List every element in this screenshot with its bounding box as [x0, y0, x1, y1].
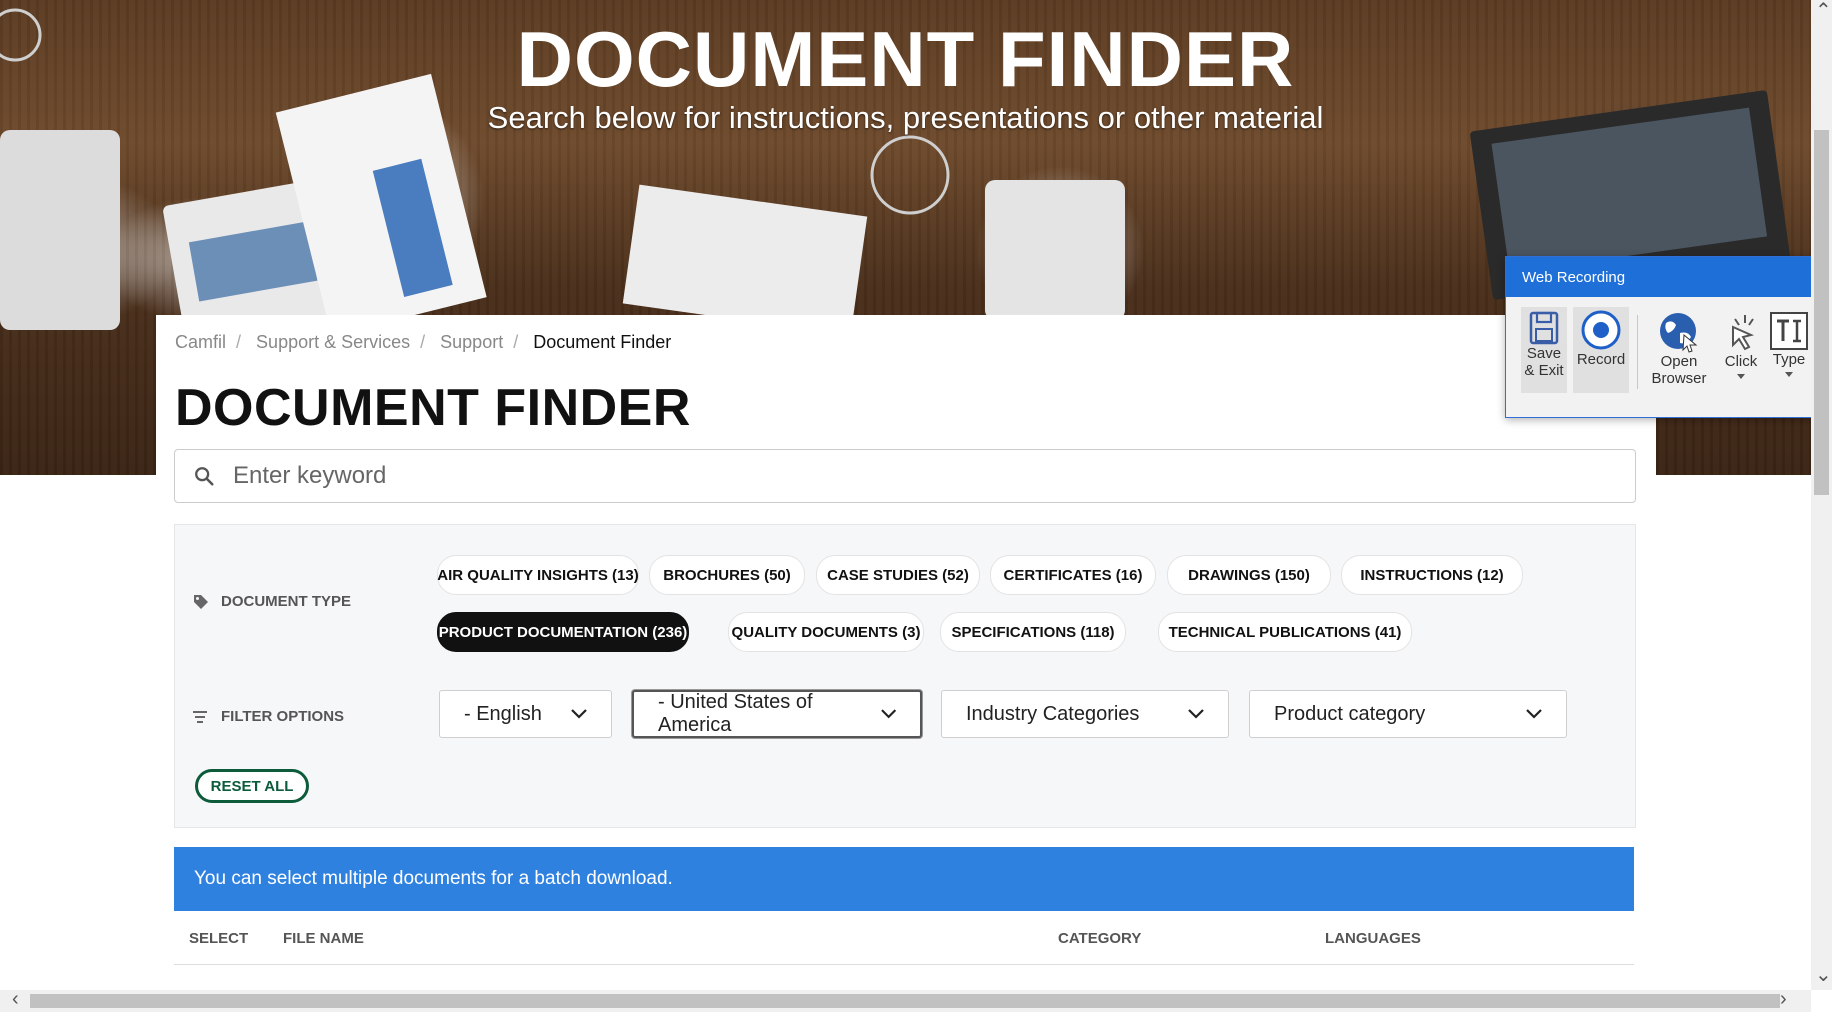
document-type-label: DOCUMENT TYPE [221, 593, 352, 610]
column-header-select[interactable]: SELECT [189, 930, 248, 947]
filter-icon [193, 710, 207, 723]
scroll-up-icon[interactable]: ⌃ [1815, 0, 1832, 23]
country-select[interactable]: - United States of America [632, 690, 922, 738]
chip-air-quality-insights[interactable]: AIR QUALITY INSIGHTS (13) [437, 555, 639, 595]
dropdown-caret-icon [1785, 372, 1793, 377]
document-type-label-row: DOCUMENT TYPE [193, 593, 351, 610]
record-button[interactable]: Record [1573, 307, 1629, 393]
open-browser-button[interactable]: Open Browser [1646, 307, 1712, 393]
scroll-down-icon[interactable]: ⌄ [1815, 962, 1832, 987]
search-box [174, 449, 1636, 503]
record-icon [1581, 310, 1621, 350]
chip-technical-publications[interactable]: TECHNICAL PUBLICATIONS (41) [1158, 612, 1412, 652]
open-browser-label-line1: Open [1660, 353, 1698, 370]
industry-categories-select[interactable]: Industry Categories [941, 690, 1229, 738]
vertical-scrollbar[interactable]: ⌃ ⌄ [1811, 0, 1832, 990]
breadcrumb-link-camfil[interactable]: Camfil [175, 332, 226, 352]
tag-icon [194, 594, 208, 609]
hero-subtitle: Search below for instructions, presentat… [487, 100, 1324, 135]
record-label: Record [1576, 351, 1626, 368]
breadcrumb-separator: / [513, 332, 519, 352]
chip-product-documentation[interactable]: PRODUCT DOCUMENTATION (236) [437, 612, 689, 652]
batch-download-info-bar: You can select multiple documents for a … [174, 847, 1634, 911]
hero-title: DOCUMENT FINDER [516, 15, 1295, 103]
filter-options-label: FILTER OPTIONS [221, 708, 345, 725]
save-exit-label-line2: & Exit [1524, 362, 1564, 379]
breadcrumb-link-support-services[interactable]: Support & Services [256, 332, 410, 352]
chip-certificates[interactable]: CERTIFICATES (16) [990, 555, 1156, 595]
globe-icon [1660, 313, 1698, 353]
horizontal-scrollbar[interactable]: ‹ › [0, 988, 1811, 1012]
industry-categories-select-value: Industry Categories [966, 702, 1140, 725]
chevron-down-icon [880, 709, 896, 719]
product-category-select[interactable]: Product category [1249, 690, 1567, 738]
chevron-down-icon [1526, 709, 1542, 719]
page-title: DOCUMENT FINDER [175, 379, 691, 437]
filter-panel: DOCUMENT TYPE AIR QUALITY INSIGHTS (13) … [174, 524, 1636, 828]
chevron-down-icon [571, 709, 587, 719]
scroll-left-icon[interactable]: ‹ [12, 988, 19, 1011]
chip-instructions[interactable]: INSTRUCTIONS (12) [1341, 555, 1523, 595]
search-input[interactable] [231, 461, 1615, 491]
reset-all-button[interactable]: RESET ALL [195, 769, 309, 803]
chip-brochures[interactable]: BROCHURES (50) [649, 555, 805, 595]
breadcrumb: Camfil / Support & Services / Support / Doc… [175, 332, 681, 353]
type-label: Type [1772, 351, 1806, 368]
chip-quality-documents[interactable]: QUALITY DOCUMENTS (3) [728, 612, 924, 652]
open-browser-label-line2: Browser [1651, 370, 1707, 387]
country-select-value: - United States of America [658, 691, 813, 736]
save-exit-label-line1: Save [1526, 345, 1562, 362]
toolbar-divider [1637, 315, 1638, 389]
breadcrumb-link-support[interactable]: Support [440, 332, 503, 352]
filter-options-label-row: FILTER OPTIONS [193, 708, 344, 725]
column-header-file-name[interactable]: FILE NAME [283, 930, 364, 947]
column-header-languages[interactable]: LANGUAGES [1325, 930, 1421, 947]
breadcrumb-current: Document Finder [533, 332, 672, 352]
type-text-icon [1770, 312, 1808, 350]
horizontal-scroll-thumb[interactable] [30, 994, 1780, 1008]
dropdown-caret-icon [1737, 374, 1745, 379]
column-header-category[interactable]: CATEGORY [1058, 930, 1141, 947]
breadcrumb-separator: / [236, 332, 242, 352]
save-icon [1529, 311, 1559, 345]
chevron-down-icon [1188, 709, 1204, 719]
web-recording-title: Web Recording [1506, 257, 1832, 297]
click-button[interactable]: Click [1718, 307, 1764, 393]
language-select[interactable]: - English [439, 690, 612, 738]
breadcrumb-separator: / [420, 332, 426, 352]
search-icon [195, 467, 214, 486]
chip-drawings[interactable]: DRAWINGS (150) [1167, 555, 1331, 595]
vertical-scroll-thumb[interactable] [1814, 130, 1829, 495]
click-cursor-icon [1732, 315, 1755, 351]
product-category-select-value: Product category [1274, 702, 1426, 725]
scroll-right-icon[interactable]: › [1780, 988, 1787, 1011]
table-header: SELECT FILE NAME CATEGORY LANGUAGES [174, 912, 1634, 965]
type-button[interactable]: Type [1766, 307, 1812, 393]
save-exit-button[interactable]: Save & Exit [1521, 307, 1567, 393]
web-recording-panel: Web Recording Save & Exit Record Open Br… [1505, 256, 1832, 418]
chip-specifications[interactable]: SPECIFICATIONS (118) [940, 612, 1126, 652]
click-label: Click [1724, 353, 1758, 370]
language-select-value: - English [464, 702, 542, 725]
chip-case-studies[interactable]: CASE STUDIES (52) [816, 555, 980, 595]
